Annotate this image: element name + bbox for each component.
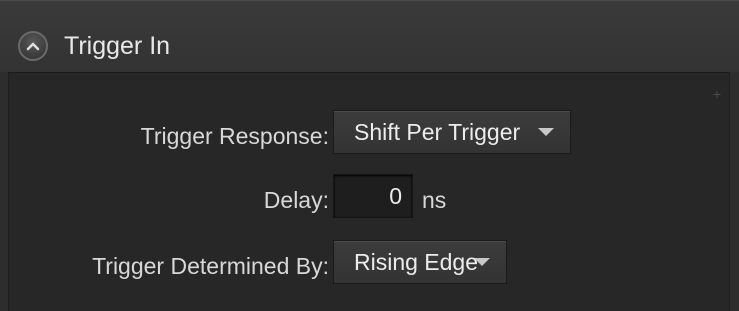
delay-label: Delay: [263,187,329,213]
chevron-up-icon [26,42,40,51]
trigger-response-label: Trigger Response: [140,123,329,149]
delay-input[interactable] [333,174,413,218]
plus-icon: + [712,86,721,102]
trigger-determined-by-label: Trigger Determined By: [92,253,329,279]
dropdown-arrow-icon [474,258,490,266]
trigger-determined-by-value: Rising Edge [354,248,479,275]
delay-unit-label: ns [422,187,447,213]
dropdown-arrow-icon [538,128,554,136]
panel-content: + Trigger Response: Shift Per Trigger De… [8,72,730,311]
trigger-response-value: Shift Per Trigger [354,118,521,145]
panel-title: Trigger In [64,32,171,60]
trigger-in-panel: Trigger In + Trigger Response: Shift Per… [0,0,739,311]
trigger-determined-by-dropdown[interactable]: Rising Edge [333,240,507,284]
collapse-icon[interactable] [18,31,48,61]
trigger-response-dropdown[interactable]: Shift Per Trigger [333,110,571,154]
panel-header[interactable]: Trigger In [0,0,739,72]
